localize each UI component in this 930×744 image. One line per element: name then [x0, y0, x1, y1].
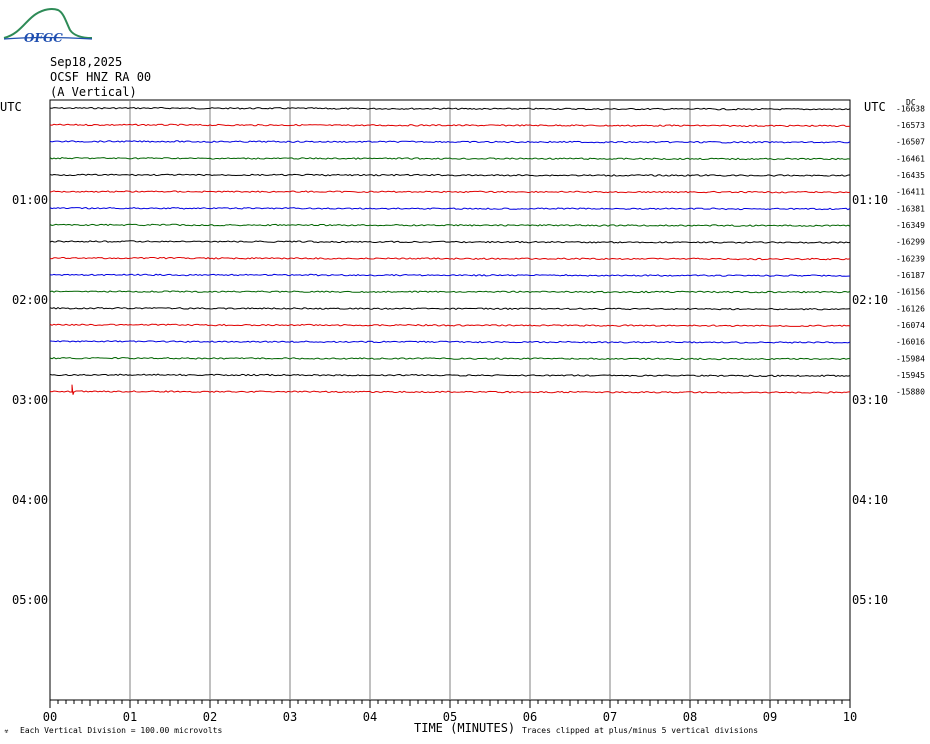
x-tick-label: 08 [683, 710, 697, 724]
logo-text: OFGC [24, 31, 63, 45]
dc-label-row-3: -16507 [896, 138, 925, 147]
x-tick-label: 09 [763, 710, 777, 724]
x-tick-label: 01 [123, 710, 137, 724]
vertical-division-note: Each Vertical Division = 100.00 microvol… [20, 726, 222, 735]
footer-mark: ☣ [4, 726, 9, 735]
ofgc-logo: OFGC [3, 8, 93, 45]
dc-label-row-9: -16299 [896, 238, 925, 247]
dc-label-row-8: -16349 [896, 221, 925, 230]
dc-label-row-1: -16638 [896, 104, 925, 113]
minute-gridlines [129, 100, 771, 700]
dc-label-row-17: -15945 [896, 371, 925, 380]
x-tick-label: 02 [203, 710, 217, 724]
left-axis-title: UTC [0, 100, 22, 114]
clipping-note: Traces clipped at plus/minus 5 vertical … [522, 726, 758, 735]
dc-label-row-2: -16573 [896, 121, 925, 130]
right-hour-label: 02:10 [852, 293, 888, 307]
left-hour-label: 01:00 [12, 193, 48, 207]
dc-label-row-5: -16435 [896, 171, 925, 180]
dc-label-row-18: -15880 [896, 388, 925, 397]
left-hour-label: 04:00 [12, 493, 48, 507]
dc-label-row-10: -16239 [896, 254, 925, 263]
dc-offset-labels: -16638 -16573 -16507 -16461 -16435 -16411 -163… [896, 104, 925, 396]
dc-label-row-13: -16126 [896, 304, 925, 313]
x-tick-label: 03 [283, 710, 297, 724]
helicorder-chart: OFGC Sep18,2025 OCSF HNZ RA 00 (A Vertic… [0, 8, 925, 735]
right-hour-label: 05:10 [852, 593, 888, 607]
left-hour-label: 02:00 [12, 293, 48, 307]
left-hour-label: 05:00 [12, 593, 48, 607]
left-hour-label: 03:00 [12, 393, 48, 407]
x-tick-label: 04 [363, 710, 377, 724]
right-hour-label: 04:10 [852, 493, 888, 507]
right-axis-title: UTC [864, 100, 886, 114]
left-hour-labels: 01:00 02:00 03:00 04:00 05:00 [12, 193, 48, 607]
right-hour-label: 01:10 [852, 193, 888, 207]
x-tick-label: 00 [43, 710, 57, 724]
chart-date: Sep18,2025 [50, 55, 122, 69]
right-hour-labels: 01:10 02:10 03:10 04:10 05:10 [852, 193, 888, 607]
dc-label-row-7: -16381 [896, 204, 925, 213]
right-hour-label: 03:10 [852, 393, 888, 407]
dc-label-row-14: -16074 [896, 321, 925, 330]
x-tick-label: 07 [603, 710, 617, 724]
dc-label-row-12: -16156 [896, 288, 925, 297]
dc-label-row-6: -16411 [896, 188, 925, 197]
x-tick-label: 10 [843, 710, 857, 724]
dc-label-row-4: -16461 [896, 154, 925, 163]
dc-label-row-15: -16016 [896, 338, 925, 347]
dc-label-row-16: -15984 [896, 354, 925, 363]
component-label: (A Vertical) [50, 85, 137, 99]
x-tick-label: 06 [523, 710, 537, 724]
station-code: OCSF HNZ RA 00 [50, 70, 151, 84]
dc-label-row-11: -16187 [896, 271, 925, 280]
x-axis-title: TIME (MINUTES) [414, 721, 515, 735]
